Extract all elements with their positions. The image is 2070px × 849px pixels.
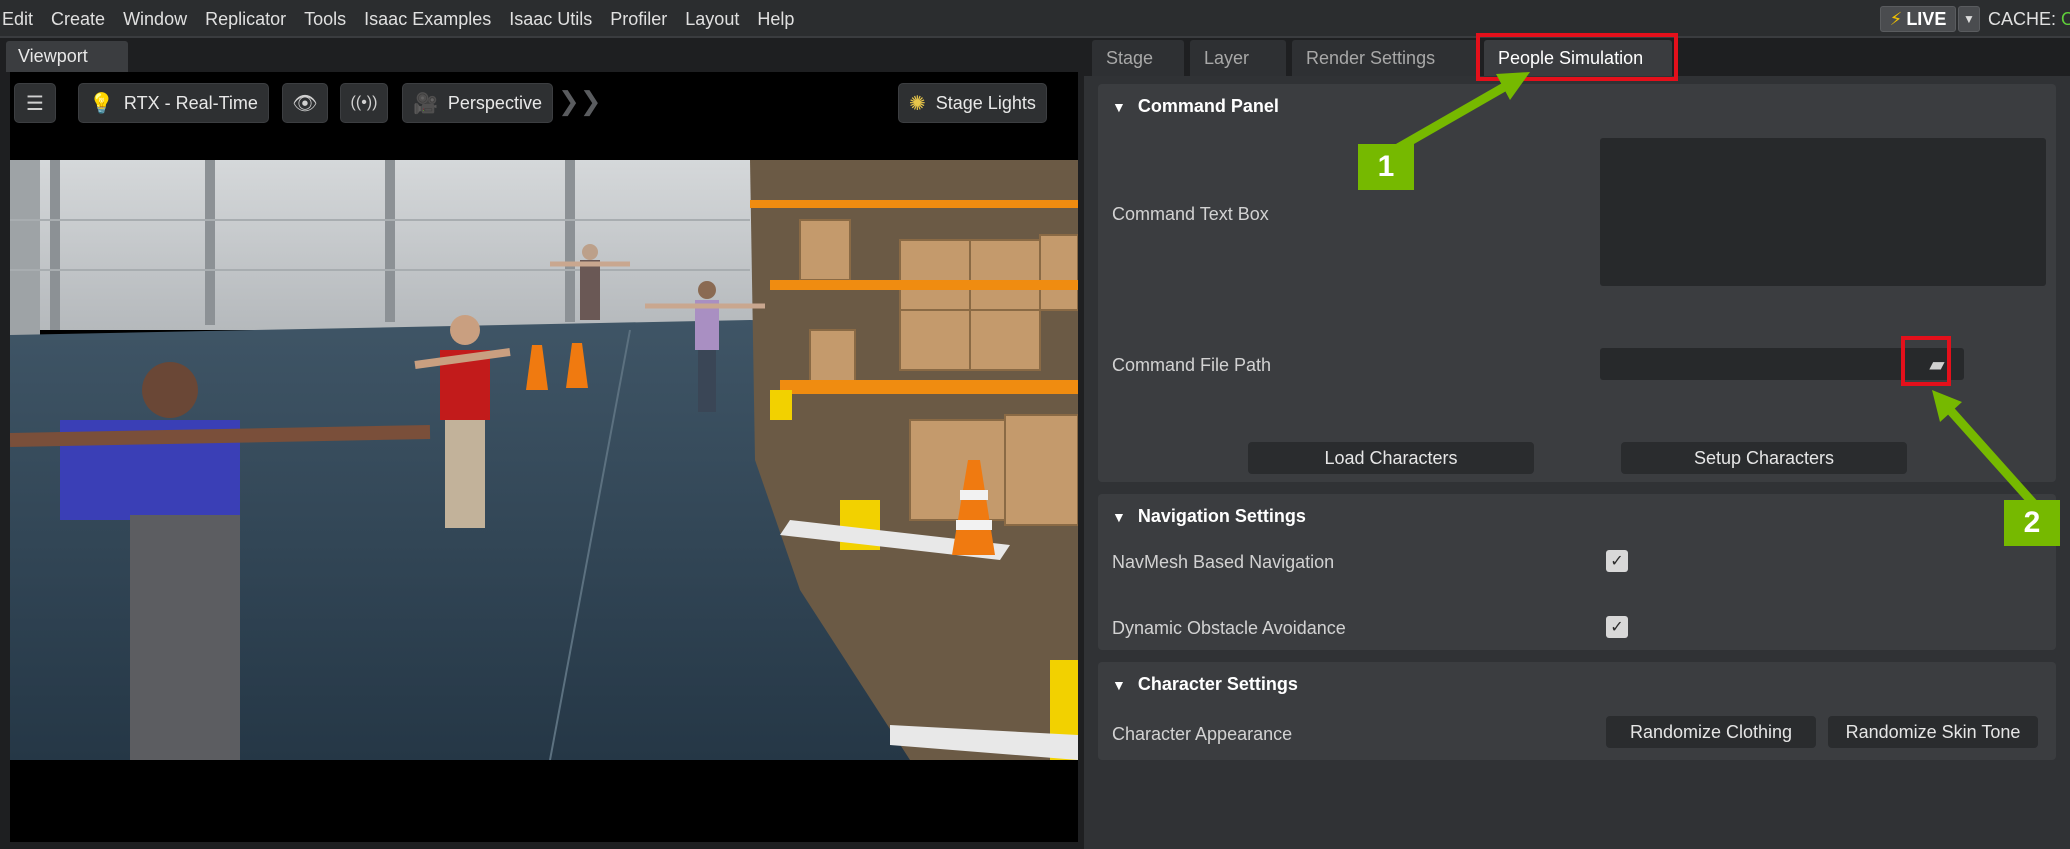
navmesh-navigation-label: NavMesh Based Navigation [1112, 552, 1335, 572]
camera-button[interactable]: 🎥 Perspective [402, 83, 553, 123]
navigation-settings-title: Navigation Settings [1137, 506, 1306, 526]
menu-isaac-utils[interactable]: Isaac Utils [500, 0, 601, 38]
menu-tools[interactable]: Tools [295, 0, 355, 38]
command-panel-title: Command Panel [1137, 96, 1279, 116]
navmesh-navigation-checkbox[interactable]: ✓ [1606, 550, 1628, 572]
menu-replicator[interactable]: Replicator [196, 0, 295, 38]
menu-window[interactable]: Window [114, 0, 196, 38]
command-panel-header[interactable]: ▼ Command Panel [1112, 84, 1279, 128]
navigation-settings-header[interactable]: ▼ Navigation Settings [1112, 494, 1306, 538]
character-settings-section: ▼ Character Settings Character Appearance… [1098, 662, 2056, 760]
viewport[interactable]: ☰ 💡 RTX - Real-Time 👁 ((•)) 🎥 Perspectiv… [10, 72, 1078, 842]
lightbulb-icon: 💡 [89, 92, 114, 115]
command-text-box[interactable] [1600, 138, 2046, 286]
broadcast-icon: ((•)) [350, 94, 378, 111]
dynamic-obstacle-avoidance-label: Dynamic Obstacle Avoidance [1112, 618, 1346, 638]
menu-create[interactable]: Create [42, 0, 114, 38]
cache-status: CACHE: O [1988, 0, 2070, 38]
sliders-icon: ☰ [26, 92, 44, 115]
tab-highlight-box [1476, 33, 1678, 81]
menu-edit[interactable]: Edit [0, 0, 42, 38]
stage-lights-button[interactable]: ✺ Stage Lights [898, 83, 1047, 123]
camera-icon: 🎥 [413, 92, 438, 115]
menu-help[interactable]: Help [748, 0, 803, 38]
annotation-badge-2: 2 [2004, 500, 2060, 546]
warehouse-scene [10, 160, 1078, 760]
navigation-settings-section: ▼ Navigation Settings NavMesh Based Navig… [1098, 494, 2056, 650]
visibility-button[interactable]: 👁 [282, 83, 328, 123]
tab-viewport[interactable]: Viewport [6, 41, 128, 72]
chevron-right-icon[interactable]: ❯❯ [558, 86, 602, 117]
stage-lights-label: Stage Lights [935, 92, 1036, 113]
randomize-clothing-button[interactable]: Randomize Clothing [1606, 716, 1816, 748]
checkmark-icon: ✓ [1610, 619, 1624, 636]
cache-status-value: O [2061, 9, 2070, 29]
camera-label: Perspective [447, 92, 542, 113]
character-settings-header[interactable]: ▼ Character Settings [1112, 662, 1298, 706]
command-file-path-label: Command File Path [1112, 355, 1272, 375]
character-settings-title: Character Settings [1137, 674, 1298, 694]
command-panel-section: ▼ Command Panel Command Text Box Command … [1098, 84, 2056, 482]
people-simulation-panel: ▼ Command Panel Command Text Box Command … [1084, 76, 2070, 849]
render-mode-button[interactable]: 💡 RTX - Real-Time [78, 83, 269, 123]
live-dropdown-chevron-icon[interactable]: ▼ [1958, 6, 1980, 32]
tab-stage[interactable]: Stage [1092, 40, 1184, 76]
live-button[interactable]: ⚡ LIVE [1880, 6, 1956, 32]
viewport-settings-button[interactable]: ☰ [14, 83, 56, 123]
command-text-box-label: Command Text Box [1112, 204, 1269, 224]
render-mode-label: RTX - Real-Time [123, 92, 258, 113]
randomize-skin-tone-button[interactable]: Randomize Skin Tone [1828, 716, 2038, 748]
sun-icon: ✺ [909, 92, 926, 115]
live-label: LIVE [1906, 8, 1947, 29]
folder-highlight-box [1901, 336, 1951, 386]
annotation-badge-1: 1 [1358, 144, 1414, 190]
menu-bar: Edit Create Window Replicator Tools Isaa… [0, 0, 2070, 38]
lightning-icon: ⚡ [1889, 8, 1903, 29]
collapse-triangle-icon: ▼ [1112, 677, 1126, 693]
setup-characters-button[interactable]: Setup Characters [1621, 442, 1907, 474]
menu-layout[interactable]: Layout [676, 0, 748, 38]
viewport-tab-bar: Viewport [0, 38, 1084, 72]
eye-icon: 👁 [292, 92, 318, 115]
tab-layer[interactable]: Layer [1190, 40, 1286, 76]
checkmark-icon: ✓ [1610, 553, 1624, 570]
menu-isaac-examples[interactable]: Isaac Examples [355, 0, 500, 38]
collapse-triangle-icon: ▼ [1112, 509, 1126, 525]
sensor-button[interactable]: ((•)) [340, 83, 388, 123]
dynamic-obstacle-avoidance-checkbox[interactable]: ✓ [1606, 616, 1628, 638]
character-appearance-label: Character Appearance [1112, 724, 1293, 744]
tab-render-settings[interactable]: Render Settings [1292, 40, 1478, 76]
collapse-triangle-icon: ▼ [1112, 99, 1126, 115]
load-characters-button[interactable]: Load Characters [1248, 442, 1534, 474]
cache-label: CACHE: [1988, 9, 2057, 29]
menu-profiler[interactable]: Profiler [601, 0, 676, 38]
